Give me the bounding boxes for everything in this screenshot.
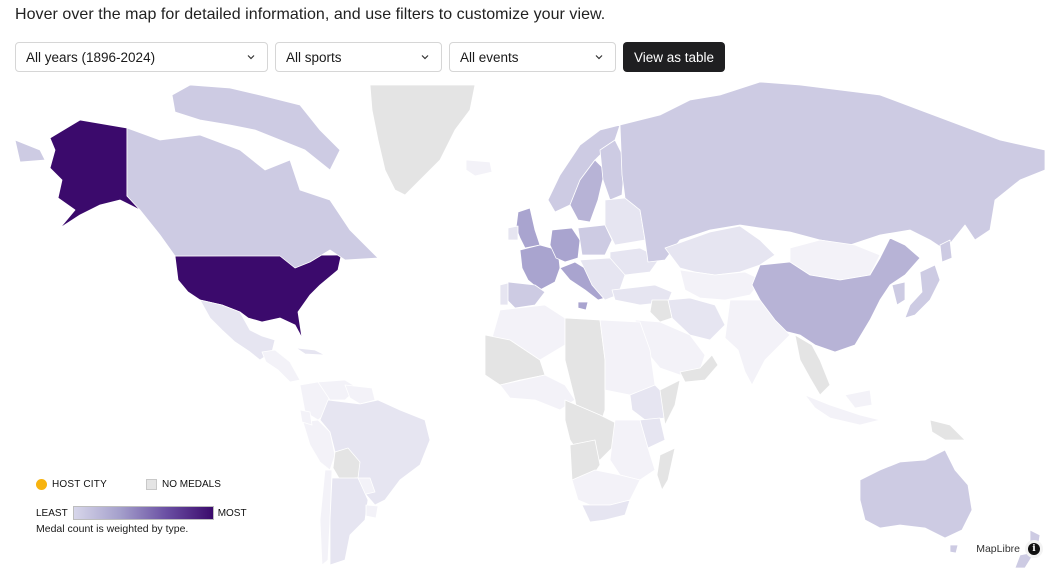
country-central-asia[interactable]: Central Asia [679, 269, 763, 301]
sports-select[interactable]: All sports [275, 42, 442, 72]
country-canada[interactable]: Canada [126, 127, 379, 269]
view-as-table-button[interactable]: View as table [623, 42, 726, 72]
country-russia[interactable]: Russia [619, 81, 1046, 263]
country-ecuador[interactable]: Ecuador [299, 409, 313, 426]
country-madagascar[interactable]: Madagascar [656, 447, 676, 491]
host-city-label: HOST CITY [52, 478, 107, 490]
no-medals-swatch-icon [145, 478, 157, 490]
country-united-kingdom[interactable]: United Kingdom [515, 207, 541, 249]
country-korea[interactable]: Korea [891, 281, 906, 306]
country-australia[interactable]: Australia [859, 449, 973, 554]
chevron-down-icon [247, 55, 255, 60]
country-indonesia[interactable]: Indonesia [804, 389, 881, 426]
events-select-value: All events [460, 49, 519, 65]
chevron-down-icon [595, 55, 603, 60]
country-cuba[interactable]: Cuba [295, 347, 326, 356]
chevron-down-icon [421, 55, 429, 60]
country-ireland[interactable]: Ireland [507, 225, 519, 241]
intro-text: Hover over the map for detailed informat… [15, 6, 606, 23]
country-iceland[interactable]: Iceland [465, 159, 493, 177]
country-greenland[interactable]: Greenland [369, 84, 476, 196]
attribution-info-button[interactable]: i [1025, 540, 1043, 558]
map-legend: HOST CITY NO MEDALS LEAST MOST Medal cou… [36, 477, 247, 535]
no-medals-label: NO MEDALS [161, 478, 221, 490]
country-guyana-suriname[interactable]: Guyana-Suriname [344, 384, 376, 405]
info-icon: i [1028, 543, 1040, 555]
country-central-america[interactable]: Central America [261, 349, 301, 383]
map-attribution: MapLibre i [976, 540, 1043, 558]
country-portugal[interactable]: Portugal [499, 282, 509, 306]
sports-select-value: All sports [286, 49, 342, 65]
years-select-value: All years (1896-2024) [26, 49, 156, 65]
filter-bar: All years (1896-2024) All sports All eve… [15, 42, 726, 72]
events-select[interactable]: All events [449, 42, 616, 72]
legend-note: Medal count is weighted by type. [36, 523, 189, 535]
color-scale-gradient [72, 506, 214, 520]
most-label: MOST [217, 507, 247, 519]
country-argentina[interactable]: Argentina [329, 477, 369, 566]
years-select[interactable]: All years (1896-2024) [15, 42, 268, 72]
country-iraq[interactable]: Iraq [649, 299, 673, 323]
country-papua-new-guinea[interactable]: Papua New Guinea [929, 419, 966, 441]
host-city-dot-icon [36, 478, 47, 490]
maplibre-label[interactable]: MapLibre [976, 543, 1020, 555]
least-label: LEAST [36, 507, 68, 519]
country-uruguay[interactable]: Uruguay [365, 504, 379, 519]
